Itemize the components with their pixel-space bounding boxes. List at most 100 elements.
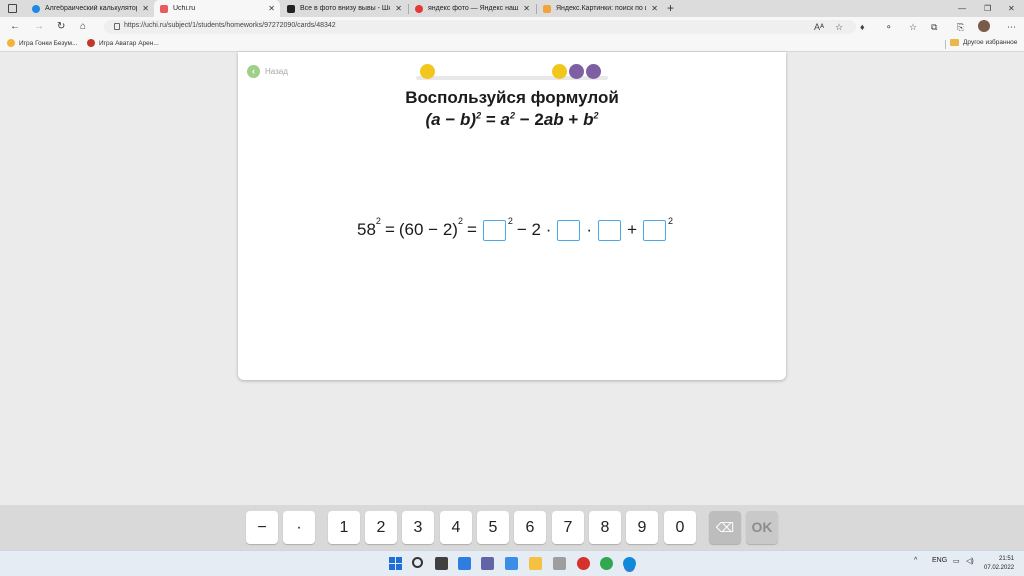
bookmark-favicon-icon	[87, 39, 95, 47]
key-3[interactable]: 3	[402, 511, 434, 544]
progress-dot-done	[420, 64, 435, 79]
close-tab-icon[interactable]: ✕	[395, 4, 402, 13]
new-tab-icon[interactable]: +	[667, 0, 674, 17]
opera-icon[interactable]	[577, 557, 590, 570]
clock-time: 21:51	[999, 556, 1015, 562]
bookmark-2[interactable]: Игра Аватар Арен...	[87, 39, 159, 47]
key-9[interactable]: 9	[626, 511, 658, 544]
share-icon[interactable]: ⎘	[957, 20, 964, 34]
home-icon[interactable]: ⌂	[80, 20, 86, 34]
answer-box-1[interactable]	[482, 219, 506, 241]
answer-box-3[interactable]	[598, 219, 622, 241]
folder-icon	[950, 39, 959, 46]
answer-box-2[interactable]	[557, 219, 581, 241]
chat-icon[interactable]	[481, 557, 494, 570]
task-view-icon[interactable]	[435, 557, 448, 570]
progress-dot-done	[552, 64, 567, 79]
key-2[interactable]: 2	[365, 511, 397, 544]
url-text: https://uchi.ru/subject/1/students/homew…	[124, 22, 336, 29]
bookmark-1[interactable]: Игра Гонки Безум...	[7, 39, 77, 47]
back-link[interactable]: ‹ Назад	[247, 65, 288, 78]
restore-icon[interactable]: ❐	[984, 0, 991, 17]
tab-yandex-images[interactable]: Яндекс.Картинки: поиск по изо ✕	[537, 0, 663, 17]
tab-calculator[interactable]: Алгебраический калькулятор | ✕	[26, 0, 154, 17]
close-window-icon[interactable]: ✕	[1008, 0, 1015, 17]
yandex-images-favicon-icon	[543, 4, 551, 13]
window-menu-icon[interactable]	[8, 4, 17, 13]
profile-avatar-icon[interactable]	[978, 20, 990, 32]
edge-icon[interactable]	[623, 557, 636, 570]
key-dot[interactable]: ·	[283, 511, 315, 544]
collections-icon[interactable]: ⧉	[931, 20, 937, 34]
tab-uchi[interactable]: Uchi.ru ✕	[154, 0, 280, 17]
network-icon[interactable]: ▭	[953, 557, 960, 565]
task-title: Воспользуйся формулой	[405, 88, 619, 107]
key-minus[interactable]: −	[246, 511, 278, 544]
tab-strip: Алгебраический калькулятор | ✕ Uchi.ru ✕…	[0, 0, 1024, 17]
eq-paren: (60 − 2)	[398, 220, 458, 239]
minimize-icon[interactable]: —	[958, 0, 966, 17]
close-tab-icon[interactable]: ✕	[142, 4, 149, 13]
extension-icon[interactable]: ♦	[860, 20, 865, 34]
key-6[interactable]: 6	[514, 511, 546, 544]
clock-date: 07.02.2022	[984, 565, 1015, 571]
close-tab-icon[interactable]: ✕	[523, 4, 530, 13]
bookmarks-bar: Игра Гонки Безум... Игра Аватар Арен... …	[0, 37, 1024, 52]
tray-chevron-icon[interactable]: ^	[914, 557, 917, 564]
tab-title: Все в фото внизу вывы - Школ	[300, 5, 391, 12]
back-label: Назад	[265, 67, 288, 76]
task-card: ‹ Назад Воспользуйся формулой (a − b)2 =…	[238, 52, 786, 380]
backspace-icon[interactable]: ⌫	[709, 511, 741, 544]
widgets-icon[interactable]	[458, 557, 471, 570]
tab-yandex-photo[interactable]: яндекс фото — Яндекс нашёл ✕	[409, 0, 535, 17]
store-icon[interactable]	[553, 557, 566, 570]
reload-icon[interactable]: ↻	[57, 20, 65, 34]
back-chevron-icon: ‹	[247, 65, 260, 78]
tab-title: Яндекс.Картинки: поиск по изо	[556, 5, 647, 12]
start-windows-icon[interactable]	[389, 557, 402, 570]
equation: 58 2 = (60 − 2) 2 = 2 − 2 · · + 2	[357, 216, 674, 241]
address-row: ← → ↻ ⌂ https://uchi.ru/subject/1/studen…	[0, 17, 1024, 37]
address-bar[interactable]: https://uchi.ru/subject/1/students/homew…	[104, 20, 856, 34]
key-5[interactable]: 5	[477, 511, 509, 544]
settings-icon[interactable]	[505, 557, 518, 570]
favorites-list-icon[interactable]: ☆	[909, 20, 917, 34]
keypad: − · 1 2 3 4 5 6 7 8 9 0 ⌫ OK	[0, 505, 1024, 550]
clock[interactable]: 21:51 07.02.2022	[984, 555, 1014, 573]
language-indicator[interactable]: ENG	[932, 557, 947, 564]
close-tab-icon[interactable]: ✕	[651, 4, 658, 13]
progress-dot-current	[586, 64, 601, 79]
key-4[interactable]: 4	[440, 511, 472, 544]
key-8[interactable]: 8	[589, 511, 621, 544]
answer-box-4[interactable]	[643, 219, 667, 241]
key-1[interactable]: 1	[328, 511, 360, 544]
chrome-icon[interactable]	[600, 557, 613, 570]
search-icon[interactable]	[412, 557, 423, 568]
formula: (a − b)2 = a2 − 2ab + b2	[425, 110, 599, 129]
ok-button[interactable]: OK	[746, 511, 778, 544]
taskbar: ^ ENG ▭ ◁) 21:51 07.02.2022	[0, 550, 1024, 576]
back-arrow-icon[interactable]: ←	[10, 20, 20, 34]
calculator-favicon-icon	[32, 4, 40, 13]
key-7[interactable]: 7	[552, 511, 584, 544]
key-0[interactable]: 0	[664, 511, 696, 544]
more-menu-icon[interactable]: ⋯	[1007, 20, 1016, 34]
bookmark-label: Игра Аватар Арен...	[99, 39, 159, 47]
other-bookmarks-label: Другое избранное	[963, 39, 1018, 46]
other-bookmarks[interactable]: Другое избранное	[950, 39, 1017, 46]
volume-icon[interactable]: ◁)	[966, 557, 974, 565]
favorite-star-icon[interactable]: ☆	[835, 20, 843, 34]
forward-arrow-icon[interactable]: →	[34, 20, 44, 34]
uchi-favicon-icon	[160, 4, 168, 13]
bookmark-favicon-icon	[7, 39, 15, 47]
school-favicon-icon	[287, 4, 295, 13]
tab-school[interactable]: Все в фото внизу вывы - Школ ✕	[281, 0, 407, 17]
read-aloud-icon[interactable]: Aᴬ	[814, 20, 824, 34]
close-tab-icon[interactable]: ✕	[268, 4, 275, 13]
progress-dot-current	[569, 64, 584, 79]
bookmark-separator	[945, 40, 946, 49]
favorites-icon[interactable]: ⚬	[885, 20, 893, 34]
eq-base: 58	[357, 220, 376, 239]
tab-title: яндекс фото — Яндекс нашёл	[428, 5, 519, 12]
file-explorer-icon[interactable]	[529, 557, 542, 570]
